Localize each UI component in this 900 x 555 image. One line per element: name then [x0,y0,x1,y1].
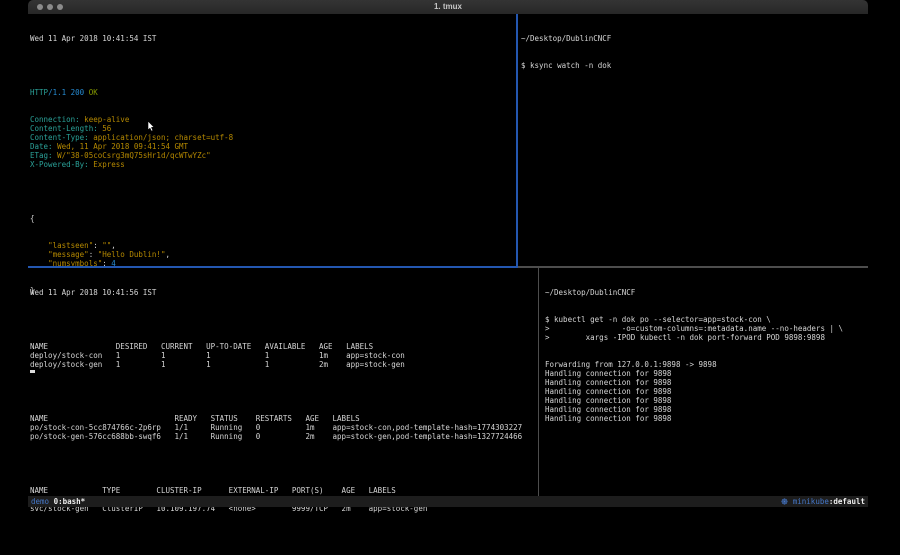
terminal-line: Handling connection for 9898 [545,387,866,396]
pane-ksync[interactable]: ~/Desktop/DublinCNCF $ ksync watch -n do… [521,16,866,88]
terminal-line: X-Powered-By: Express [30,160,514,169]
pods-table: NAME READY STATUS RESTARTS AGE LABELSpo/… [30,414,536,441]
titlebar[interactable]: 1. tmux [28,0,868,14]
terminal-line: Connection: keep-alive [30,115,514,124]
terminal-line: "message": "Hello Dublin!", [30,250,514,259]
pane-port-forward[interactable]: ~/Desktop/DublinCNCF $ kubectl get -n do… [545,270,866,441]
blank-line [30,387,536,396]
terminal-line: Handling connection for 9898 [545,378,866,387]
status-right: minikube:default [781,496,865,507]
terminal-line: deploy/stock-con 1 1 1 1 1m app=stock-co… [30,351,536,360]
pane-divider-horizontal-active[interactable] [28,266,518,268]
window-title: 1. tmux [28,0,868,14]
pane-divider-vertical-top[interactable] [516,14,518,266]
http-reason: OK [89,88,98,97]
terminal-line: > xargs -IPOD kubectl -n dok port-forwar… [545,333,866,342]
json-body: "lastseen": "", "message": "Hello Dublin… [30,241,514,268]
zoom-button[interactable] [57,4,63,10]
traffic-lights [37,4,63,10]
terminal-line: Forwarding from 127.0.0.1:9898 -> 9898 [545,360,866,369]
pane-divider-horizontal-inactive[interactable] [518,266,868,268]
blank-line [30,459,536,468]
status-left: demo 0:bash* [31,496,85,507]
blank-line [30,187,514,196]
kube-namespace: :default [829,497,865,506]
kube-context: minikube [793,497,829,506]
terminal-line: $ kubectl get -n dok po --selector=app=s… [545,315,866,324]
window-label[interactable]: 0:bash* [54,497,86,506]
terminal-line: po/stock-con-5cc874766c-2p6rp 1/1 Runnin… [30,423,536,432]
mouse-pointer [147,121,155,134]
http-proto: HTTP [30,88,48,97]
terminal-line: Handling connection for 9898 [545,369,866,378]
terminal-line: po/stock-gen-576cc688bb-swqf6 1/1 Runnin… [30,432,536,441]
command-lines: $ kubectl get -n dok po --selector=app=s… [545,315,866,342]
close-button[interactable] [37,4,43,10]
terminal-line: NAME READY STATUS RESTARTS AGE LABELS [30,414,536,423]
http-version-code: /1.1 200 [48,88,89,97]
tmux-status-bar: demo 0:bash* minikube:default [28,496,868,507]
cwd: ~/Desktop/DublinCNCF [545,288,866,297]
terminal-line: NAME DESIRED CURRENT UP-TO-DATE AVAILABL… [30,342,536,351]
terminal-line: ETag: W/"38-05coCsrg3mQ75sHr1d/qcWTwYZc" [30,151,514,160]
output-lines: Forwarding from 127.0.0.1:9898 -> 9898Ha… [545,360,866,423]
session-name[interactable]: demo [31,497,49,506]
terminal-line: > -o=custom-columns=:metadata.name --no-… [545,324,866,333]
tmux-terminal: Wed 11 Apr 2018 10:41:54 IST HTTP/1.1 20… [28,14,868,510]
terminal-line: Handling connection for 9898 [545,405,866,414]
terminal-line: Content-Type: application/json; charset=… [30,133,514,142]
blank-line [30,61,514,70]
cwd: ~/Desktop/DublinCNCF [521,34,866,43]
terminal-line: Content-Length: 56 [30,124,514,133]
timestamp: Wed 11 Apr 2018 10:41:54 IST [30,34,514,43]
terminal-line: "lastseen": "", [30,241,514,250]
http-status-line: HTTP/1.1 200 OK [30,88,514,97]
minimize-button[interactable] [47,4,53,10]
terminal-window: 1. tmux Wed 11 Apr 2018 10:41:54 IST HTT… [28,0,868,510]
terminal-line: Handling connection for 9898 [545,414,866,423]
timestamp: Wed 11 Apr 2018 10:41:56 IST [30,288,536,297]
pane-divider-vertical-bottom[interactable] [538,268,539,496]
json-open-brace: { [30,214,514,223]
terminal-line: NAME TYPE CLUSTER-IP EXTERNAL-IP PORT(S)… [30,486,536,495]
deployments-table: NAME DESIRED CURRENT UP-TO-DATE AVAILABL… [30,342,536,369]
terminal-line: deploy/stock-gen 1 1 1 1 2m app=stock-ge… [30,360,536,369]
command-line: $ ksync watch -n dok [521,61,866,70]
pane-kubectl-get[interactable]: Wed 11 Apr 2018 10:41:56 IST NAME DESIRE… [30,270,536,531]
blank-line [30,315,536,324]
http-headers: Connection: keep-aliveContent-Length: 56… [30,115,514,169]
terminal-line: Handling connection for 9898 [545,396,866,405]
terminal-line: Date: Wed, 11 Apr 2018 09:41:54 GMT [30,142,514,151]
